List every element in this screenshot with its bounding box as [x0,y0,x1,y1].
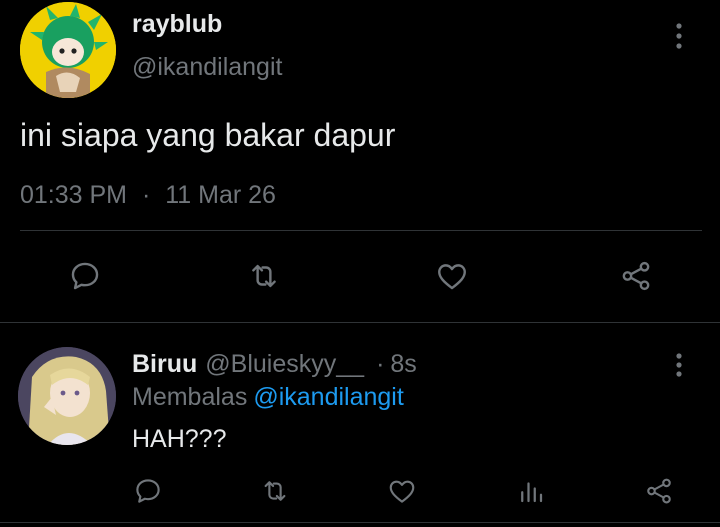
reply-share-button[interactable] [637,469,681,513]
share-icon [622,261,650,291]
reply-header: Biruu @Bluieskyy__ · 8s [132,350,417,379]
avatar-image [20,2,116,98]
reply-more-options-button[interactable] [664,348,694,388]
reply-retweet-button[interactable] [253,469,297,513]
replying-to: Membalas @ikandilangit [132,383,404,412]
author-name[interactable]: rayblub [132,10,222,39]
reply-reply-button[interactable] [126,469,170,513]
views-icon [521,482,543,503]
tweet-time: 01:33 PM [20,181,128,209]
tweet-timestamp: 01:33 PM · 11 Mar 26 [20,181,276,210]
replying-to-handle-link[interactable]: @ikandilangit [253,383,403,411]
reply-button[interactable] [63,254,107,298]
replying-to-label: Membalas [132,383,248,411]
retweet-icon [264,481,286,501]
avatar-image [18,347,116,445]
meta-separator: · [376,350,385,378]
meta-separator: · [141,181,151,209]
retweet-icon [252,264,276,288]
reply-author-avatar[interactable] [18,347,116,445]
author-handle[interactable]: @ikandilangit [132,53,282,82]
reply-icon [136,479,160,503]
more-options-button[interactable] [664,16,694,56]
author-avatar[interactable] [20,2,116,98]
like-icon [389,480,415,503]
retweet-button[interactable] [242,254,286,298]
reply-author-name[interactable]: Biruu [132,350,197,378]
reply-time: 8s [390,350,417,378]
more-vertical-icon [676,353,682,377]
share-button[interactable] [614,254,658,298]
reply-text: HAH??? [132,425,227,453]
divider [0,522,720,523]
divider [0,322,720,323]
like-button[interactable] [430,254,474,298]
tweet-date: 11 Mar 26 [165,181,276,209]
divider [20,230,702,231]
reply-like-button[interactable] [380,469,424,513]
tweet-text: ini siapa yang bakar dapur [20,117,396,153]
reply-author-handle[interactable]: @Bluieskyy__ [205,350,364,378]
reply-icon [71,262,99,290]
views-button[interactable] [509,469,553,513]
like-icon [438,264,466,290]
more-vertical-icon [676,23,682,49]
share-icon [647,478,671,504]
